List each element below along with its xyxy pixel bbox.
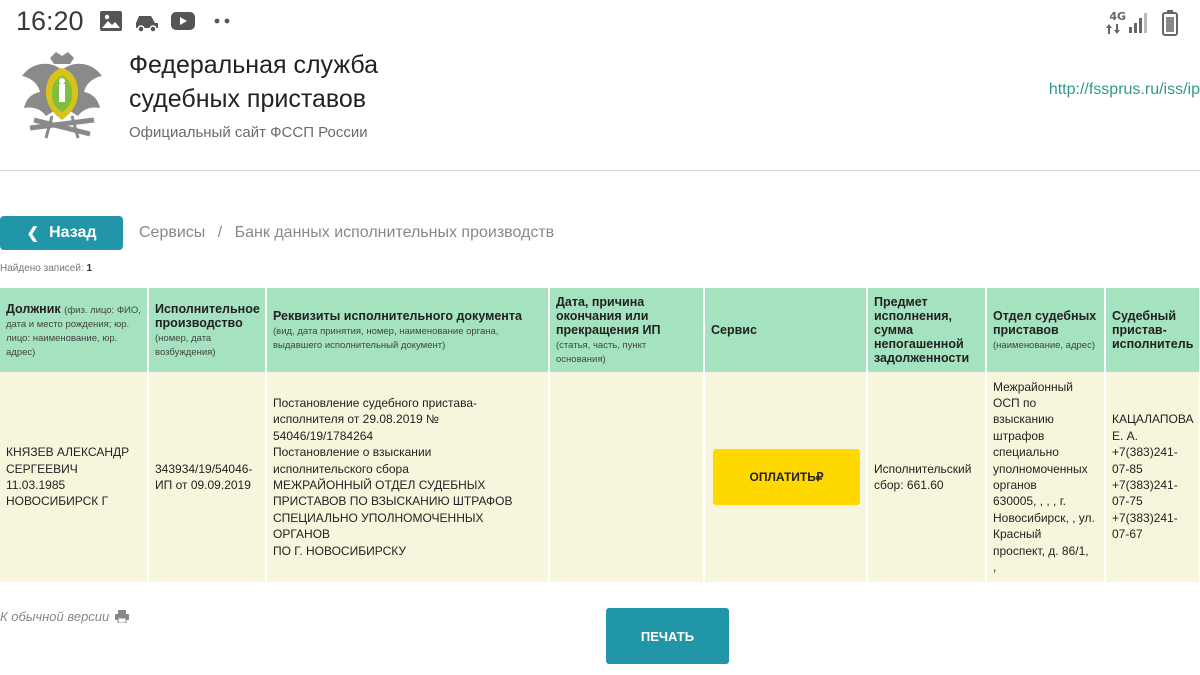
- table-header-row: Должник (физ. лицо: ФИО, дата и место ро…: [0, 288, 1200, 372]
- site-url-link[interactable]: http://fssprus.ru/iss/ip: [1049, 81, 1200, 99]
- back-button[interactable]: ❮ Назад: [0, 216, 123, 250]
- regular-version-label: К обычной версии: [0, 609, 110, 624]
- battery-icon: [1162, 10, 1178, 36]
- back-button-label: Назад: [49, 224, 97, 241]
- breadcrumb-item-current: Банк данных исполнительных производств: [234, 224, 555, 241]
- col-header-department: Отдел судебных приставов (наименование, а…: [986, 288, 1106, 372]
- table-row: КНЯЗЕВ АЛЕКСАНДР СЕРГЕЕВИЧ 11.03.1985 НО…: [0, 372, 1200, 582]
- col-header-proceeding: Исполнительное производство (номер, дата …: [148, 288, 267, 372]
- org-subtitle: Официальный сайт ФССП России: [129, 124, 368, 141]
- col-header-end-date: Дата, причина окончания или прекращения …: [549, 288, 705, 372]
- org-title: Федеральная служба судебных приставов: [129, 48, 459, 116]
- status-time: 16:20: [16, 6, 84, 36]
- records-found: Найдено записей: 1: [0, 263, 92, 274]
- status-bar: 16:20 4G: [0, 0, 1200, 44]
- records-found-label: Найдено записей:: [0, 263, 84, 274]
- chevron-left-icon: ❮: [26, 225, 40, 242]
- cell-proceeding: 343934/19/54046- ИП от 09.09.2019: [148, 372, 267, 582]
- data-arrows-icon: [1106, 24, 1120, 34]
- fssp-emblem-logo: [22, 52, 102, 139]
- cell-service: ОПЛАТИТЬ ₽: [704, 372, 868, 582]
- gallery-icon: [100, 11, 122, 31]
- car-icon: [136, 16, 158, 33]
- ruble-icon: ₽: [815, 469, 824, 484]
- col-header-debtor: Должник (физ. лицо: ФИО, дата и место ро…: [0, 288, 149, 372]
- print-button[interactable]: ПЕЧАТЬ: [606, 608, 729, 664]
- breadcrumb-item-services[interactable]: Сервисы: [139, 224, 205, 241]
- cell-department: Межрайонный ОСП по взысканию штрафов спе…: [986, 372, 1106, 582]
- pay-button-label: ОПЛАТИТЬ: [749, 469, 816, 484]
- header-divider: [0, 170, 1200, 171]
- breadcrumb-separator: /: [217, 224, 223, 241]
- cell-debtor: КНЯЗЕВ АЛЕКСАНДР СЕРГЕЕВИЧ 11.03.1985 НО…: [0, 372, 149, 582]
- org-title-line2: судебных приставов: [129, 85, 367, 113]
- breadcrumb: Сервисы / Банк данных исполнительных про…: [139, 224, 554, 242]
- cell-subject: Исполнительский сбор: 661.60: [867, 372, 987, 582]
- cell-document: Постановление судебного пристава- исполн…: [266, 372, 550, 582]
- network-type-label: 4G: [1109, 10, 1126, 23]
- cell-bailiff: КАЦАЛАПОВА Е. А. +7(383)241- 07-85 +7(38…: [1105, 372, 1200, 582]
- col-header-service: Сервис: [704, 288, 868, 372]
- col-header-bailiff: Судебный пристав-исполнитель: [1105, 288, 1200, 372]
- records-found-count: 1: [86, 263, 93, 274]
- signal-icon: [1129, 13, 1147, 33]
- results-table: Должник (физ. лицо: ФИО, дата и место ро…: [0, 288, 1200, 582]
- printer-icon: [115, 610, 130, 623]
- pay-button[interactable]: ОПЛАТИТЬ ₽: [713, 449, 860, 505]
- regular-version-link[interactable]: К обычной версии: [0, 609, 130, 624]
- more-notifications-icon: [214, 18, 230, 24]
- youtube-icon: [171, 12, 195, 30]
- org-title-line1: Федеральная служба: [129, 51, 378, 79]
- cell-end-date: [549, 372, 705, 582]
- col-header-document: Реквизиты исполнительного документа (вид,…: [266, 288, 550, 372]
- col-header-subject: Предмет исполнения, сумма непогашенной з…: [867, 288, 987, 372]
